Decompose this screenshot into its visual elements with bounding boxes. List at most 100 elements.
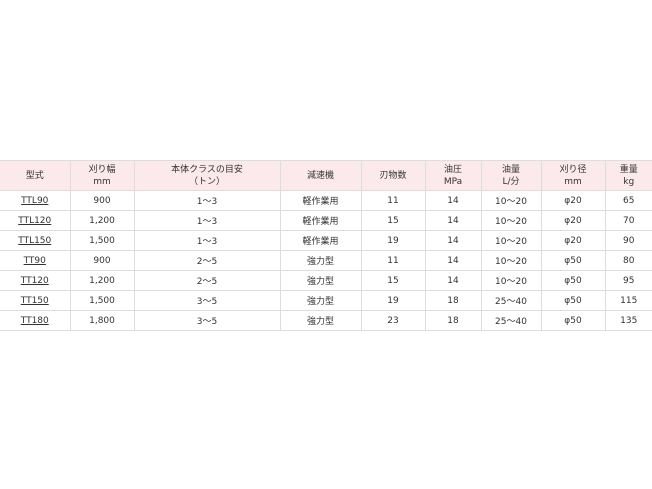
cell-cutting-width: 1,200 <box>69 270 135 291</box>
table-row: TTL120 1,200 1〜3 軽作業用 15 14 10〜20 φ20 70 <box>0 210 652 231</box>
cell-hydraulic-pressure: 14 <box>424 210 482 231</box>
cell-blade-count: 11 <box>360 250 426 271</box>
cell-oil-flow: 10〜20 <box>480 190 542 211</box>
model-link[interactable]: TTL150 <box>18 236 51 246</box>
cell-blade-count: 19 <box>360 230 426 251</box>
cell-oil-flow: 25〜40 <box>480 310 542 331</box>
cell-cutting-width: 900 <box>69 250 135 271</box>
header-model-label: 型式 <box>25 170 44 181</box>
cell-cutting-diameter: φ50 <box>540 290 606 311</box>
cell-reducer: 強力型 <box>279 290 362 311</box>
cell-cutting-diameter: φ50 <box>540 270 606 291</box>
model-link[interactable]: TT180 <box>21 316 49 326</box>
cell-reducer: 軽作業用 <box>279 230 362 251</box>
model-link[interactable]: TT150 <box>21 296 49 306</box>
cell-cutting-width: 900 <box>69 190 135 211</box>
cell-weight: 90 <box>604 230 652 251</box>
cell-body-class: 2〜5 <box>133 250 281 271</box>
cell-reducer: 強力型 <box>279 270 362 291</box>
header-body-class: 本体クラスの目安 （トン） <box>133 160 281 191</box>
header-oil-flow: 油量 L/分 <box>480 160 542 191</box>
header-reducer-label: 減速機 <box>306 170 334 181</box>
spec-table-container: 型式 刈り幅 mm 本体クラスの目安 （トン） 減速機 刃物数 油圧 MPa 油量 L/分 刈り径 mm… <box>0 160 652 331</box>
header-weight-unit: kg <box>623 176 635 187</box>
cell-weight: 80 <box>604 250 652 271</box>
header-weight-label: 重量 <box>619 164 638 175</box>
cell-blade-count: 11 <box>360 190 426 211</box>
cell-reducer: 軽作業用 <box>279 190 362 211</box>
header-cutting-width-label: 刈り幅 <box>88 164 116 175</box>
table-row: TT120 1,200 2〜5 強力型 15 14 10〜20 φ50 95 <box>0 270 652 291</box>
cell-model: TT180 <box>0 310 71 331</box>
cell-oil-flow: 10〜20 <box>480 210 542 231</box>
cell-blade-count: 23 <box>360 310 426 331</box>
model-link[interactable]: TTL90 <box>21 196 48 206</box>
cell-hydraulic-pressure: 18 <box>424 310 482 331</box>
header-weight: 重量 kg <box>604 160 652 191</box>
model-link[interactable]: TTL120 <box>18 216 51 226</box>
header-hydraulic-pressure: 油圧 MPa <box>424 160 482 191</box>
cell-hydraulic-pressure: 18 <box>424 290 482 311</box>
model-link[interactable]: TT90 <box>24 256 46 266</box>
cell-reducer: 軽作業用 <box>279 210 362 231</box>
cell-hydraulic-pressure: 14 <box>424 250 482 271</box>
table-row: TT150 1,500 3〜5 強力型 19 18 25〜40 φ50 115 <box>0 290 652 311</box>
model-link[interactable]: TT120 <box>21 276 49 286</box>
cell-body-class: 3〜5 <box>133 290 281 311</box>
cell-oil-flow: 10〜20 <box>480 250 542 271</box>
header-body-class-unit: （トン） <box>188 176 225 187</box>
cell-oil-flow: 10〜20 <box>480 230 542 251</box>
cell-hydraulic-pressure: 14 <box>424 190 482 211</box>
table-row: TTL150 1,500 1〜3 軽作業用 19 14 10〜20 φ20 90 <box>0 230 652 251</box>
spec-table: 型式 刈り幅 mm 本体クラスの目安 （トン） 減速機 刃物数 油圧 MPa 油量 L/分 刈り径 mm… <box>0 160 652 331</box>
cell-cutting-diameter: φ50 <box>540 250 606 271</box>
header-oil-flow-label: 油量 <box>501 164 520 175</box>
header-cutting-width-unit: mm <box>93 176 111 187</box>
cell-body-class: 1〜3 <box>133 230 281 251</box>
cell-cutting-width: 1,500 <box>69 230 135 251</box>
cell-model: TTL90 <box>0 190 71 211</box>
cell-model: TTL150 <box>0 230 71 251</box>
header-row: 型式 刈り幅 mm 本体クラスの目安 （トン） 減速機 刃物数 油圧 MPa 油量 L/分 刈り径 mm… <box>0 160 652 191</box>
cell-cutting-width: 1,800 <box>69 310 135 331</box>
cell-weight: 95 <box>604 270 652 291</box>
header-body-class-label: 本体クラスの目安 <box>171 164 243 175</box>
cell-weight: 70 <box>604 210 652 231</box>
cell-cutting-width: 1,500 <box>69 290 135 311</box>
header-hydraulic-pressure-label: 油圧 <box>443 164 462 175</box>
cell-body-class: 1〜3 <box>133 190 281 211</box>
table-row: TT90 900 2〜5 強力型 11 14 10〜20 φ50 80 <box>0 250 652 271</box>
header-cutting-diameter: 刈り径 mm <box>540 160 606 191</box>
header-model: 型式 <box>0 160 71 191</box>
header-cutting-diameter-unit: mm <box>564 176 582 187</box>
header-blade-count-label: 刃物数 <box>379 170 407 181</box>
header-oil-flow-unit: L/分 <box>502 176 520 187</box>
cell-blade-count: 19 <box>360 290 426 311</box>
cell-weight: 135 <box>604 310 652 331</box>
cell-hydraulic-pressure: 14 <box>424 230 482 251</box>
cell-cutting-diameter: φ20 <box>540 190 606 211</box>
cell-blade-count: 15 <box>360 210 426 231</box>
cell-model: TT120 <box>0 270 71 291</box>
header-cutting-width: 刈り幅 mm <box>69 160 135 191</box>
cell-weight: 65 <box>604 190 652 211</box>
cell-reducer: 強力型 <box>279 250 362 271</box>
header-hydraulic-pressure-unit: MPa <box>443 176 463 187</box>
cell-oil-flow: 10〜20 <box>480 270 542 291</box>
cell-oil-flow: 25〜40 <box>480 290 542 311</box>
cell-model: TT150 <box>0 290 71 311</box>
cell-weight: 115 <box>604 290 652 311</box>
cell-reducer: 強力型 <box>279 310 362 331</box>
table-body: TTL90 900 1〜3 軽作業用 11 14 10〜20 φ20 65 TTL120 1,200… <box>0 190 652 331</box>
table-row: TT180 1,800 3〜5 強力型 23 18 25〜40 φ50 135 <box>0 310 652 331</box>
cell-cutting-diameter: φ20 <box>540 230 606 251</box>
cell-model: TT90 <box>0 250 71 271</box>
cell-model: TTL120 <box>0 210 71 231</box>
cell-blade-count: 15 <box>360 270 426 291</box>
cell-cutting-diameter: φ20 <box>540 210 606 231</box>
header-blade-count: 刃物数 <box>360 160 426 191</box>
header-reducer: 減速機 <box>279 160 362 191</box>
cell-body-class: 2〜5 <box>133 270 281 291</box>
cell-body-class: 1〜3 <box>133 210 281 231</box>
cell-cutting-width: 1,200 <box>69 210 135 231</box>
